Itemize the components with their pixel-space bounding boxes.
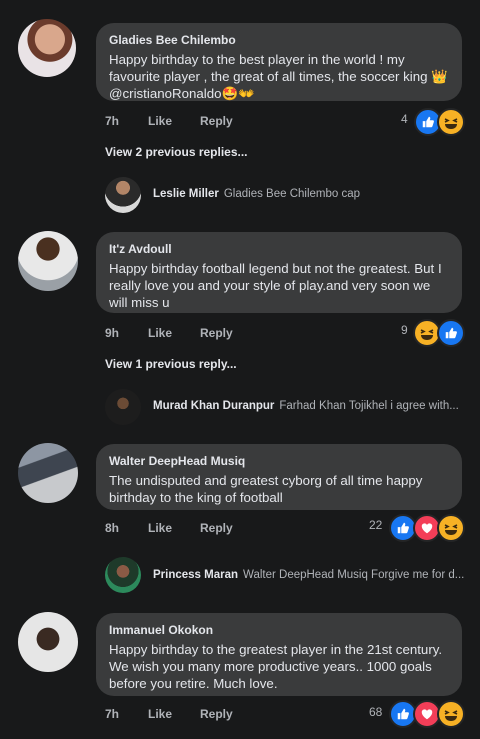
like-button[interactable]: Like	[148, 521, 172, 535]
avatar[interactable]	[105, 557, 141, 593]
reply-button[interactable]: Reply	[200, 521, 233, 535]
haha-reaction-icon[interactable]	[437, 514, 465, 542]
reply-preview[interactable]: Leslie Miller Gladies Bee Chilembo cap	[153, 188, 360, 200]
comment-text: Happy birthday football legend but not t…	[109, 261, 442, 310]
comment-bubble: Gladies Bee Chilembo Happy birthday to t…	[96, 23, 462, 101]
comment-time[interactable]: 9h	[105, 326, 119, 340]
like-reaction-icon[interactable]	[437, 319, 465, 347]
reaction-count[interactable]: 22	[369, 518, 382, 532]
reply-text: Walter DeepHead Musiq Forgive me for d..…	[243, 569, 465, 581]
reply-button[interactable]: Reply	[200, 326, 233, 340]
reply-text: Farhad Khan Tojikhel i agree with...	[279, 400, 459, 412]
avatar[interactable]	[18, 231, 78, 291]
comment-time[interactable]: 7h	[105, 707, 119, 721]
reply-preview[interactable]: Princess Maran Walter DeepHead Musiq Forg…	[153, 569, 464, 581]
reply-author[interactable]: Princess Maran	[153, 569, 238, 581]
reply-button[interactable]: Reply	[200, 114, 233, 128]
like-button[interactable]: Like	[148, 707, 172, 721]
reaction-count[interactable]: 68	[369, 705, 382, 719]
haha-reaction-icon[interactable]	[437, 108, 465, 136]
haha-reaction-icon[interactable]	[437, 700, 465, 728]
reply-text: Gladies Bee Chilembo cap	[223, 188, 361, 200]
reply-author[interactable]: Leslie Miller	[153, 188, 219, 200]
comment-author[interactable]: Gladies Bee Chilembo	[109, 32, 450, 48]
view-previous-replies[interactable]: View 2 previous replies...	[105, 145, 248, 159]
reply-button[interactable]: Reply	[200, 707, 233, 721]
reaction-count[interactable]: 9	[401, 323, 408, 337]
avatar[interactable]	[18, 612, 78, 672]
like-button[interactable]: Like	[148, 114, 172, 128]
comment-text: The undisputed and greatest cyborg of al…	[109, 473, 423, 505]
comment-text: Happy birthday to the greatest player in…	[109, 642, 443, 691]
comment-author[interactable]: It'z Avdoull	[109, 241, 450, 257]
comment-bubble: Walter DeepHead Musiq The undisputed and…	[96, 444, 462, 510]
view-previous-replies[interactable]: View 1 previous reply...	[105, 357, 237, 371]
comment-time[interactable]: 7h	[105, 114, 119, 128]
comment-time[interactable]: 8h	[105, 521, 119, 535]
comment-author[interactable]: Immanuel Okokon	[109, 622, 450, 638]
reply-author[interactable]: Murad Khan Duranpur	[153, 400, 274, 412]
reply-preview[interactable]: Murad Khan Duranpur Farhad Khan Tojikhel …	[153, 400, 459, 412]
avatar[interactable]	[18, 443, 78, 503]
comment-author[interactable]: Walter DeepHead Musiq	[109, 453, 450, 469]
reaction-count[interactable]: 4	[401, 112, 408, 126]
comment-bubble: Immanuel Okokon Happy birthday to the gr…	[96, 613, 462, 696]
comment-bubble: It'z Avdoull Happy birthday football leg…	[96, 232, 462, 313]
avatar[interactable]	[18, 19, 76, 77]
like-button[interactable]: Like	[148, 326, 172, 340]
avatar[interactable]	[105, 177, 141, 213]
comment-text: Happy birthday to the best player in the…	[109, 52, 448, 101]
avatar[interactable]	[105, 389, 141, 425]
